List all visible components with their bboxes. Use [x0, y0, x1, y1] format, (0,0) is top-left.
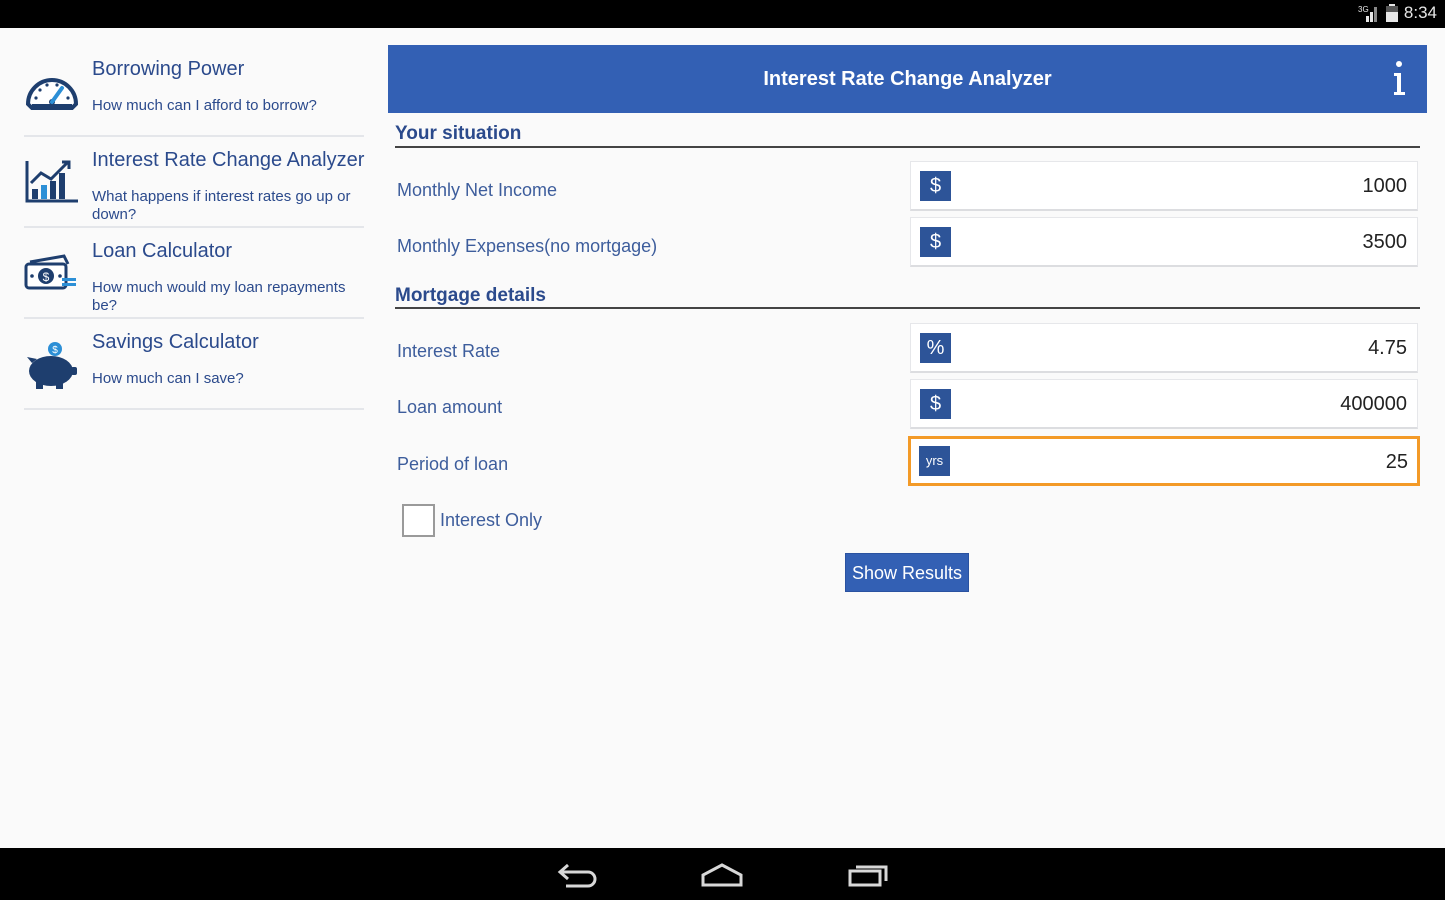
interest-only-checkbox[interactable]	[402, 504, 435, 537]
sidebar-item-title: Interest Rate Change Analyzer	[92, 149, 365, 171]
app-window: Borrowing Power How much can I afford to…	[0, 28, 1445, 848]
sidebar-item-savings-calculator[interactable]: $ Savings Calculator How much can I save…	[24, 319, 364, 410]
period-of-loan-value: 25	[1385, 451, 1408, 473]
monthly-expenses-label: Monthly Expenses(no mortgage)	[397, 236, 658, 256]
page-title: Interest Rate Change Analyzer	[763, 68, 1052, 90]
status-bar: 3G 8:34	[0, 0, 1445, 28]
money-icon: $	[24, 250, 80, 298]
sidebar-item-subtitle: How much can I afford to borrow?	[92, 97, 317, 114]
battery-icon	[1385, 4, 1398, 22]
period-of-loan-label: Period of loan	[397, 454, 509, 474]
dollar-icon: $	[920, 227, 951, 257]
svg-text:$: $	[43, 270, 50, 284]
interest-only-label[interactable]: Interest Only	[440, 510, 542, 531]
header-bar: Interest Rate Change Analyzer	[388, 45, 1427, 113]
monthly-expenses-value: 3500	[1362, 231, 1408, 253]
section-divider	[395, 146, 1420, 148]
loan-amount-value: 400000	[1340, 393, 1407, 415]
loan-amount-label: Loan amount	[397, 397, 503, 417]
sidebar-item-subtitle: What happens if interest rates go up or …	[92, 188, 351, 223]
show-results-button[interactable]: Show Results	[845, 553, 969, 592]
sidebar-item-borrowing-power[interactable]: Borrowing Power How much can I afford to…	[24, 46, 364, 137]
svg-text:$: $	[52, 345, 58, 356]
sidebar-item-title: Loan Calculator	[92, 240, 233, 262]
monthly-net-income-label: Monthly Net Income	[397, 180, 558, 200]
signal-icon: 3G	[1358, 4, 1380, 22]
interest-rate-value: 4.75	[1368, 337, 1407, 359]
monthly-expenses-field[interactable]: $ 3500	[910, 217, 1418, 267]
navigation-bar	[0, 848, 1445, 900]
percent-icon: %	[920, 333, 951, 363]
dollar-icon: $	[920, 171, 951, 201]
sidebar-item-subtitle: How much would my loan repayments be?	[92, 279, 346, 314]
section-divider	[395, 307, 1420, 309]
interest-rate-field[interactable]: % 4.75	[910, 323, 1418, 373]
speedometer-icon	[24, 68, 80, 116]
status-icons: 3G 8:34	[1358, 3, 1437, 23]
sidebar-item-loan-calculator[interactable]: $ Loan Calculator How much would my loan…	[24, 228, 364, 319]
back-icon[interactable]	[556, 861, 600, 894]
sidebar-item-title: Savings Calculator	[92, 331, 259, 353]
sidebar-item-interest-rate-change-analyzer[interactable]: Interest Rate Change Analyzer What happe…	[24, 137, 364, 228]
svg-text:3G: 3G	[1358, 5, 1369, 14]
piggy-bank-icon: $	[24, 341, 80, 389]
interest-rate-label: Interest Rate	[397, 341, 501, 361]
dollar-icon: $	[920, 389, 951, 419]
years-icon: yrs	[919, 446, 950, 476]
clock: 8:34	[1403, 3, 1437, 22]
info-icon[interactable]	[1389, 60, 1409, 98]
loan-amount-field[interactable]: $ 400000	[910, 379, 1418, 429]
section-title-your-situation: Your situation	[395, 123, 522, 144]
bar-chart-icon	[24, 159, 80, 207]
sidebar-item-title: Borrowing Power	[92, 58, 245, 80]
home-icon[interactable]	[700, 861, 744, 894]
period-of-loan-field[interactable]: yrs 25	[908, 436, 1420, 486]
monthly-net-income-value: 1000	[1362, 175, 1408, 197]
sidebar: Borrowing Power How much can I afford to…	[24, 46, 364, 410]
sidebar-item-subtitle: How much can I save?	[92, 370, 244, 387]
recent-apps-icon[interactable]	[846, 861, 890, 894]
section-title-mortgage-details: Mortgage details	[395, 285, 546, 306]
monthly-net-income-field[interactable]: $ 1000	[910, 161, 1418, 211]
